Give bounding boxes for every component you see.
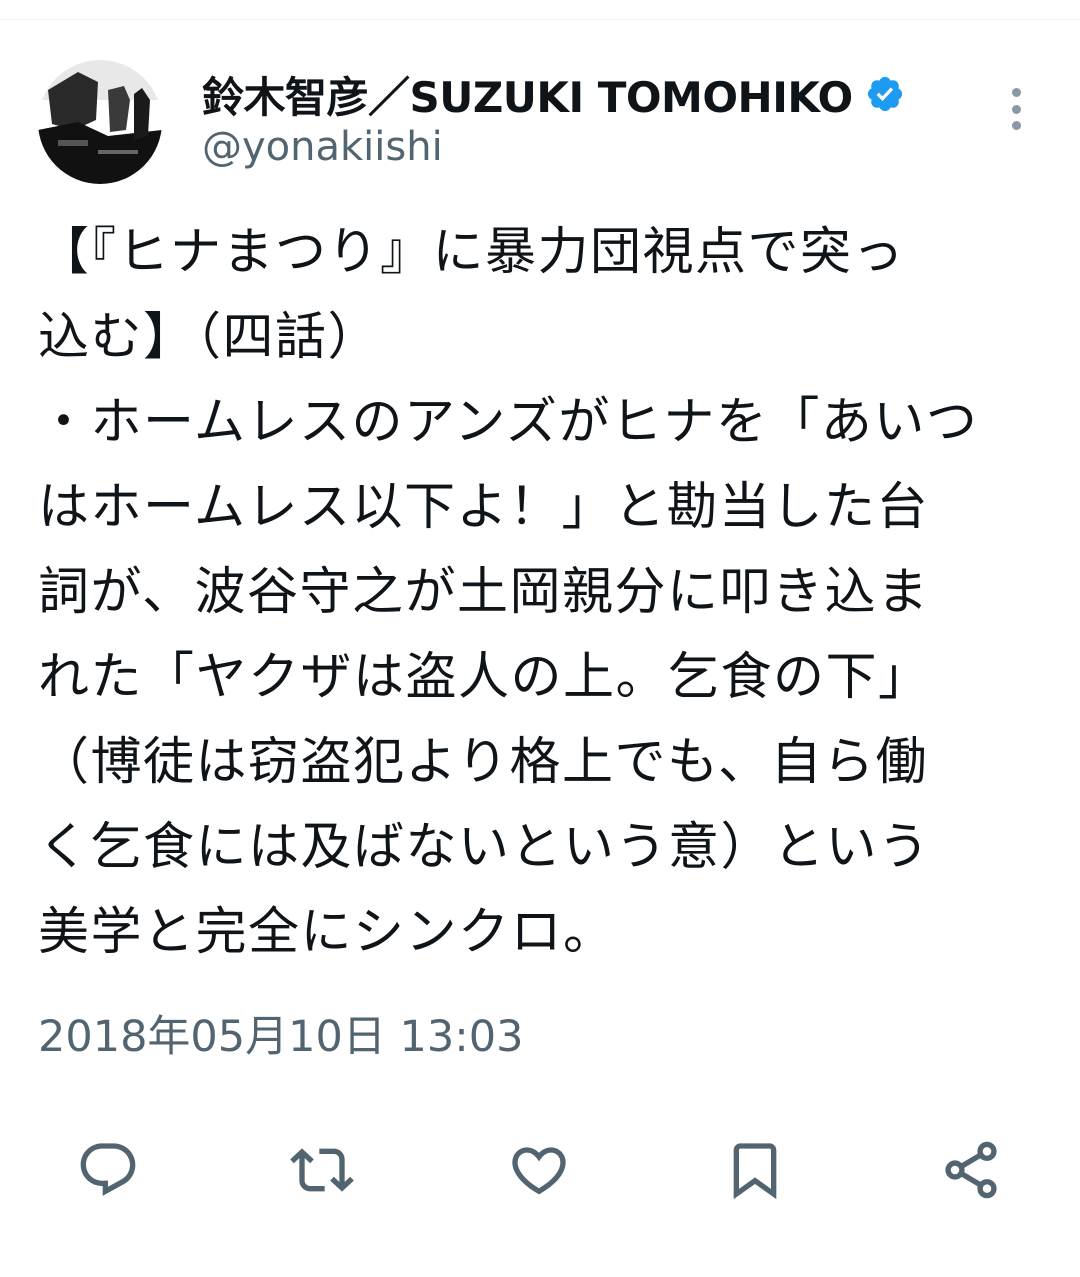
author-display-name[interactable]: 鈴木智彦／SUZUKI TOMOHIKO: [202, 64, 853, 125]
bookmark-button[interactable]: [721, 1136, 789, 1204]
like-button[interactable]: [505, 1136, 573, 1204]
retweet-icon: [290, 1148, 354, 1192]
heart-icon: [512, 1147, 566, 1195]
author-name-row[interactable]: 鈴木智彦／SUZUKI TOMOHIKO: [202, 66, 905, 122]
more-options-icon[interactable]: [996, 84, 1036, 134]
tweet-text: 【『ヒナまつり』に暴力団視点で突っ 込む】（四話） ・ホームレスのアンズがヒナを…: [38, 223, 979, 962]
bookmark-icon: [733, 1143, 777, 1200]
tweet-timestamp[interactable]: 2018年05月10日 13:03: [38, 1002, 523, 1064]
more-dot: [1011, 121, 1021, 130]
comment-icon: [80, 1143, 136, 1196]
retweet-button[interactable]: [288, 1136, 356, 1204]
more-dot: [1011, 104, 1021, 114]
author-handle[interactable]: @yonakiishi: [202, 124, 443, 170]
verified-badge-icon: [865, 74, 905, 114]
action-bar: [0, 1130, 1080, 1210]
avatar-image: [38, 60, 162, 184]
more-dot: [1011, 88, 1021, 97]
share-icon: [945, 1141, 997, 1199]
reply-button[interactable]: [74, 1136, 142, 1204]
share-button[interactable]: [937, 1136, 1005, 1204]
top-divider: [0, 19, 1080, 20]
avatar[interactable]: [38, 60, 162, 184]
